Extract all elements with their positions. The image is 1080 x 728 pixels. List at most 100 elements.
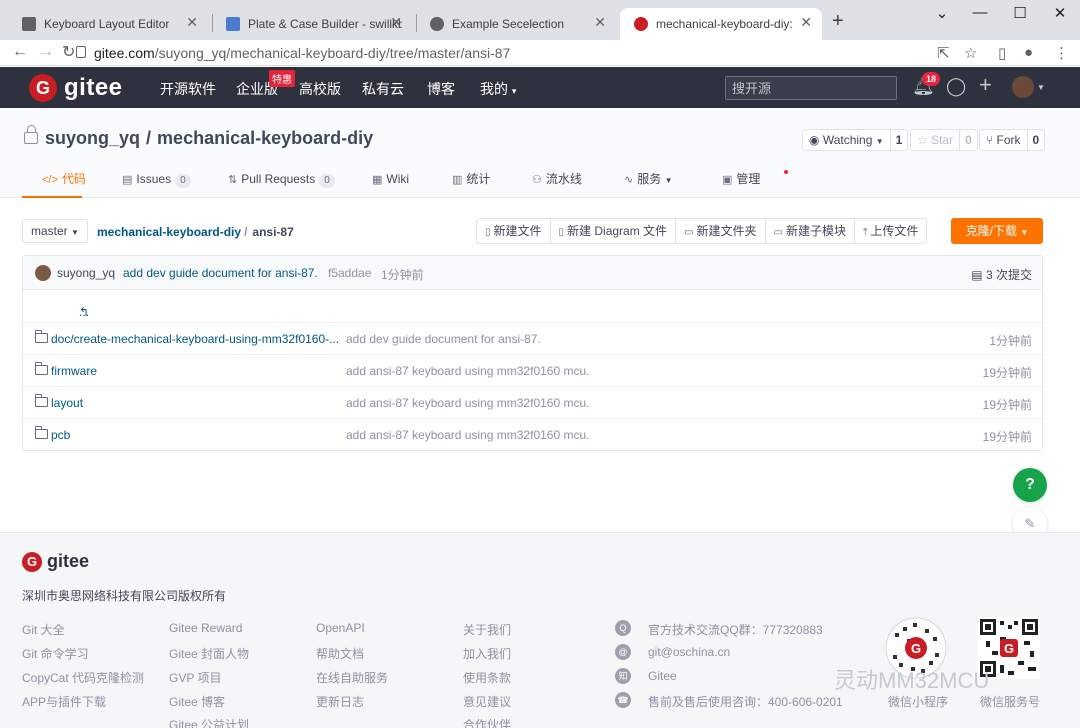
footer-link[interactable]: Gitee 封面人物 — [169, 645, 249, 662]
footer-link[interactable]: CopyCat 代码克隆检测 — [22, 669, 144, 686]
minimize-icon[interactable]: — — [960, 4, 1000, 21]
watching-count[interactable]: 1 — [891, 130, 908, 150]
tab-manage[interactable]: ▣ 管理 — [722, 166, 788, 198]
footer-link[interactable]: 合作伙伴 — [463, 716, 511, 728]
footer-link[interactable]: 在线自助服务 — [316, 669, 388, 686]
search-input[interactable] — [726, 77, 896, 99]
new-file-button[interactable]: ▯ 新建文件 — [477, 219, 551, 243]
gitee-logo[interactable]: G gitee — [29, 74, 123, 102]
footer-link[interactable]: Gitee Reward — [169, 621, 242, 635]
tab-search-chevron-icon[interactable]: ⌄ — [922, 4, 962, 22]
commit-author[interactable]: suyong_yq — [57, 266, 115, 280]
footer-logo[interactable]: G gitee — [22, 551, 89, 572]
footer-link[interactable]: 意见建议 — [463, 693, 511, 710]
tab-services[interactable]: ∿ 服务 ▼ — [624, 166, 722, 198]
back-arrow-icon[interactable]: ← — [12, 43, 28, 61]
diagram-file-icon: ▯ — [558, 227, 565, 238]
nav-education[interactable]: 高校版 — [299, 79, 341, 99]
tab-code[interactable]: </> 代码 — [22, 166, 86, 198]
clone-download-button[interactable]: 克隆/下载 ▼ — [951, 218, 1043, 244]
lightbulb-icon[interactable]: ◯ — [946, 76, 966, 97]
footer-link[interactable]: Gitee 博客 — [169, 693, 225, 710]
star-button[interactable]: ☆ Star 0 — [910, 129, 978, 151]
footer-link[interactable]: Git 命令学习 — [22, 645, 89, 662]
gitee-logo-icon: G — [22, 551, 42, 572]
avatar[interactable] — [35, 265, 51, 281]
menu-kebab-icon[interactable]: ⋮ — [1054, 44, 1069, 62]
caret-down-icon: ▾ — [511, 86, 517, 96]
star-count[interactable]: 0 — [960, 130, 977, 150]
profile-icon[interactable]: ● — [1024, 44, 1033, 61]
help-button[interactable]: ? — [1013, 468, 1047, 502]
forward-arrow-icon[interactable]: → — [38, 43, 54, 61]
repo-owner-link[interactable]: suyong_yq — [45, 128, 140, 148]
footer-link[interactable]: Git 大全 — [22, 621, 65, 638]
file-name-link[interactable]: firmware — [51, 364, 97, 378]
footer-link[interactable]: APP与插件下载 — [22, 693, 106, 710]
footer-link[interactable]: 帮助文档 — [316, 645, 364, 662]
footer-contact-zhihu[interactable]: Gitee — [648, 669, 677, 683]
commit-count-link[interactable]: ▤ 3 次提交 — [971, 266, 1032, 283]
bookmark-star-icon[interactable]: ☆ — [964, 44, 977, 62]
plus-icon[interactable]: + — [979, 72, 992, 98]
footer-contact-email[interactable]: git@oschina.cn — [648, 645, 730, 659]
nav-blog[interactable]: 博客 — [427, 79, 455, 99]
nav-private-cloud[interactable]: 私有云 — [362, 79, 404, 99]
tab-pull-requests[interactable]: ⇅ Pull Requests 0 — [228, 166, 372, 198]
user-avatar[interactable] — [1012, 76, 1034, 98]
browser-tab-example-selection[interactable]: Example Secelection ✕ — [416, 8, 616, 40]
file-name-link[interactable]: layout — [51, 396, 83, 410]
close-icon[interactable]: ✕ — [186, 14, 198, 31]
new-tab-icon[interactable]: + — [832, 10, 844, 33]
footer-link[interactable]: OpenAPI — [316, 621, 365, 635]
close-icon[interactable]: ✕ — [390, 14, 402, 31]
footer-link[interactable]: Gitee 公益计划 — [169, 716, 249, 728]
new-folder-button[interactable]: ▭ 新建文件夹 — [676, 219, 766, 243]
repo-name-link[interactable]: mechanical-keyboard-diy — [157, 128, 373, 148]
side-panel-icon[interactable]: ▯ — [998, 44, 1006, 62]
new-diagram-button[interactable]: ▯ 新建 Diagram 文件 — [551, 219, 677, 243]
nav-open-source[interactable]: 开源软件 — [160, 79, 216, 99]
browser-tab-keyboard-layout-editor[interactable]: Keyboard Layout Editor ✕ — [8, 8, 208, 40]
reload-icon[interactable]: ↻ — [62, 42, 75, 62]
upload-file-button[interactable]: ⤒ 上传文件 — [855, 219, 926, 243]
breadcrumb-repo-link[interactable]: mechanical-keyboard-diy — [97, 225, 241, 239]
fork-button[interactable]: ⑂ Fork 0 — [979, 129, 1046, 151]
parent-directory-row[interactable]: ↰ ... — [23, 291, 1042, 323]
nav-mine[interactable]: 我的 ▾ — [480, 79, 516, 99]
branch-selector[interactable]: master ▼ — [22, 219, 88, 243]
url-field[interactable]: gitee.com/suyong_yq/mechanical-keyboard-… — [94, 42, 510, 64]
enterprise-promo-badge: 特惠 — [269, 70, 295, 87]
latest-commit-row: suyong_yq add dev guide document for ans… — [23, 256, 1042, 290]
new-submodule-button[interactable]: ▭ 新建子模块 — [766, 219, 855, 243]
footer-link[interactable]: 使用条款 — [463, 669, 511, 686]
file-commit-message[interactable]: add ansi-87 keyboard using mm32f0160 mcu… — [346, 428, 589, 442]
footer-link[interactable]: 加入我们 — [463, 645, 511, 662]
file-name-link[interactable]: doc/create-mechanical-keyboard-using-mm3… — [51, 332, 339, 346]
file-commit-message[interactable]: add ansi-87 keyboard using mm32f0160 mcu… — [346, 396, 589, 410]
footer-link[interactable]: 关于我们 — [463, 621, 511, 638]
tab-pipeline[interactable]: ⚇ 流水线 — [532, 166, 624, 198]
close-icon[interactable]: ✕ — [800, 14, 812, 31]
tab-wiki[interactable]: ▦ Wiki — [372, 166, 452, 198]
commit-hash[interactable]: f5addae — [328, 266, 371, 280]
maximize-icon[interactable]: ☐ — [1000, 4, 1040, 22]
file-commit-message[interactable]: add dev guide document for ansi-87. — [346, 332, 541, 346]
lock-icon[interactable] — [76, 46, 86, 58]
watching-button[interactable]: ◉ Watching ▼ 1 — [802, 129, 909, 151]
caret-down-icon[interactable]: ▼ — [1037, 83, 1045, 92]
file-name-link[interactable]: pcb — [51, 428, 70, 442]
search-box[interactable] — [725, 76, 897, 100]
fork-count[interactable]: 0 — [1028, 130, 1045, 150]
share-icon[interactable]: ⇱ — [937, 44, 950, 62]
window-close-icon[interactable]: ✕ — [1040, 4, 1080, 22]
commit-message[interactable]: add dev guide document for ansi-87. — [123, 266, 318, 280]
file-commit-message[interactable]: add ansi-87 keyboard using mm32f0160 mcu… — [346, 364, 589, 378]
browser-tab-gitee-active[interactable]: mechanical-keyboard-diy: DIY ✕ — [620, 8, 822, 40]
footer-link[interactable]: GVP 项目 — [169, 669, 221, 686]
close-icon[interactable]: ✕ — [594, 14, 606, 31]
tab-statistics[interactable]: ▥ 统计 — [452, 166, 532, 198]
browser-tab-plate-case-builder[interactable]: Plate & Case Builder - swillkb ✕ — [212, 8, 412, 40]
tab-issues[interactable]: ▤ Issues 0 — [122, 166, 228, 198]
footer-link[interactable]: 更新日志 — [316, 693, 364, 710]
